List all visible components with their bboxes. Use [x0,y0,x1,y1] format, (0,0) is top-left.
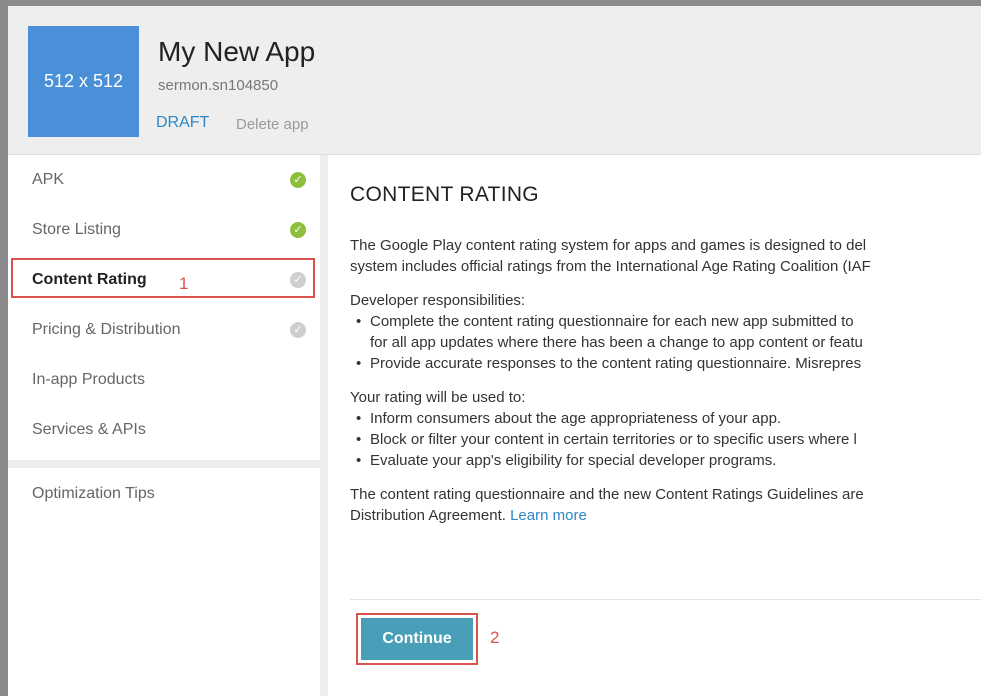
annotation-step-marker: 2 [490,628,500,647]
intro-line: The Google Play content rating system fo… [350,237,867,254]
check-icon: ✓ [290,172,306,188]
list-item-text: for all app updates where there has been… [370,334,863,351]
sidebar-item-label: In-app Products [32,371,145,388]
learn-more-link[interactable]: Learn more [510,507,587,524]
sidebar-item-in-app-products[interactable]: In-app Products [8,355,320,405]
list-item-text: Provide accurate responses to the conten… [370,355,862,372]
app-header: 512 x 512 My New App sermon.sn104850 DRA… [8,6,981,155]
app-package-name: sermon.sn104850 [158,77,279,94]
list-item: Provide accurate responses to the conten… [356,353,981,374]
draft-status-link[interactable]: DRAFT [156,114,209,132]
check-icon: ✓ [290,222,306,238]
sidebar-item-label: Store Listing [32,221,121,238]
sidebar-item-apk[interactable]: APK ✓ [8,155,320,205]
intro-paragraph: The Google Play content rating system fo… [350,235,981,277]
content-rating-description: The Google Play content rating system fo… [350,235,981,539]
console-window: 512 x 512 My New App sermon.sn104850 DRA… [8,6,981,696]
sidebar-item-label: Pricing & Distribution [32,321,181,338]
responsibilities-list: Complete the content rating questionnair… [350,311,981,374]
sidebar-item-label: Services & APIs [32,421,146,438]
sidebar-divider [8,460,320,468]
sidebar: APK ✓ Store Listing ✓ Content Rating ✓ P… [8,155,320,696]
list-item-text: Block or filter your content in certain … [370,431,857,448]
list-item: Block or filter your content in certain … [356,429,981,450]
annotation-step-marker: 1 [179,274,189,293]
column-divider [320,155,328,696]
app-icon-placeholder: 512 x 512 [28,26,139,137]
content-divider [350,599,981,600]
list-item: Evaluate your app's eligibility for spec… [356,450,981,471]
sidebar-item-store-listing[interactable]: Store Listing ✓ [8,205,320,255]
sidebar-item-services-apis[interactable]: Services & APIs [8,405,320,455]
list-item: Complete the content rating questionnair… [356,311,981,353]
outro-line: The content rating questionnaire and the… [350,486,864,503]
responsibilities-heading: Developer responsibilities: [350,292,526,309]
list-item-text: Complete the content rating questionnair… [370,313,854,330]
usage-list: Inform consumers about the age appropria… [350,408,981,471]
list-item: Inform consumers about the age appropria… [356,408,981,429]
main-content: CONTENT RATING The Google Play content r… [328,155,981,696]
annotation-highlight-box [11,258,315,298]
list-item-text: Evaluate your app's eligibility for spec… [370,452,777,469]
sidebar-nav: APK ✓ Store Listing ✓ Content Rating ✓ P… [8,155,320,455]
outro-paragraph: The content rating questionnaire and the… [350,484,981,526]
list-item-text: Inform consumers about the age appropria… [370,410,782,427]
check-icon: ✓ [290,322,306,338]
outro-line: Distribution Agreement. [350,507,506,524]
page-title: CONTENT RATING [350,183,539,206]
delete-app-link[interactable]: Delete app [236,116,309,133]
usage-heading: Your rating will be used to: [350,389,526,406]
sidebar-item-pricing-distribution[interactable]: Pricing & Distribution ✓ [8,305,320,355]
intro-line: system includes official ratings from th… [350,258,871,275]
sidebar-item-optimization-tips[interactable]: Optimization Tips [32,485,155,503]
annotation-highlight-box [356,613,478,665]
sidebar-item-label: APK [32,171,65,188]
app-title: My New App [158,36,316,67]
